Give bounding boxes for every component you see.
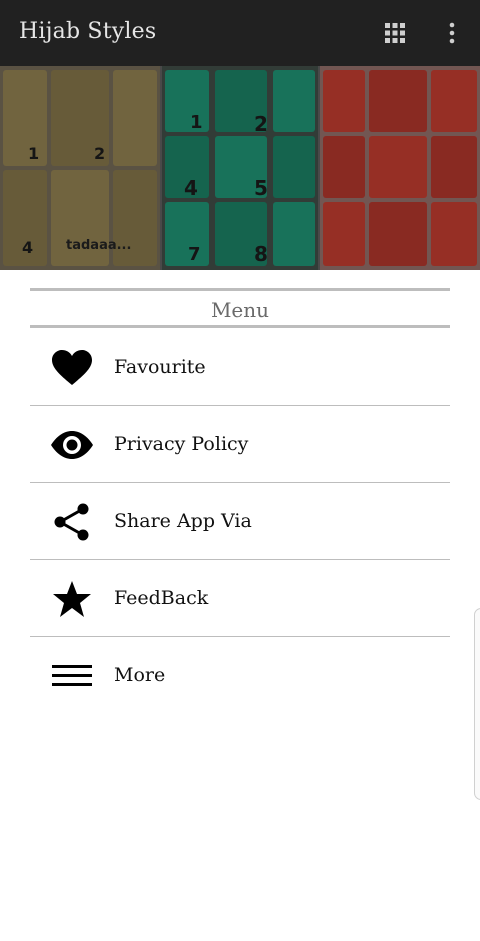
edge-panel-handle[interactable] — [474, 608, 480, 800]
heart-icon — [50, 349, 94, 387]
apps-grid-icon[interactable] — [385, 23, 405, 43]
menu-item-share-app[interactable]: Share App Via — [30, 483, 450, 560]
banner-dim-overlay — [0, 66, 480, 270]
eye-icon — [50, 426, 94, 464]
menu-item-label: Privacy Policy — [114, 433, 249, 455]
more-vert-icon[interactable] — [442, 22, 462, 44]
menu-item-label: FeedBack — [114, 587, 209, 609]
hijab-banner-image[interactable]: 1 2 4 tadaaa... 1 2 4 5 7 8 — [0, 66, 480, 270]
menu-item-label: Favourite — [114, 356, 206, 378]
menu-lines-icon — [50, 657, 94, 695]
menu-item-label: More — [114, 664, 166, 686]
share-icon — [50, 503, 94, 541]
star-icon — [50, 580, 94, 618]
menu-item-feedback[interactable]: FeedBack — [30, 560, 450, 637]
app-title: Hijab Styles — [19, 19, 157, 44]
menu-item-privacy-policy[interactable]: Privacy Policy — [30, 406, 450, 483]
menu-title: Menu — [210, 298, 270, 322]
app-bar: Hijab Styles — [0, 0, 480, 66]
menu-header: Menu — [30, 288, 450, 328]
menu-item-more[interactable]: More — [30, 637, 450, 714]
menu-item-favourite[interactable]: Favourite — [30, 329, 450, 406]
menu-item-label: Share App Via — [114, 510, 252, 532]
